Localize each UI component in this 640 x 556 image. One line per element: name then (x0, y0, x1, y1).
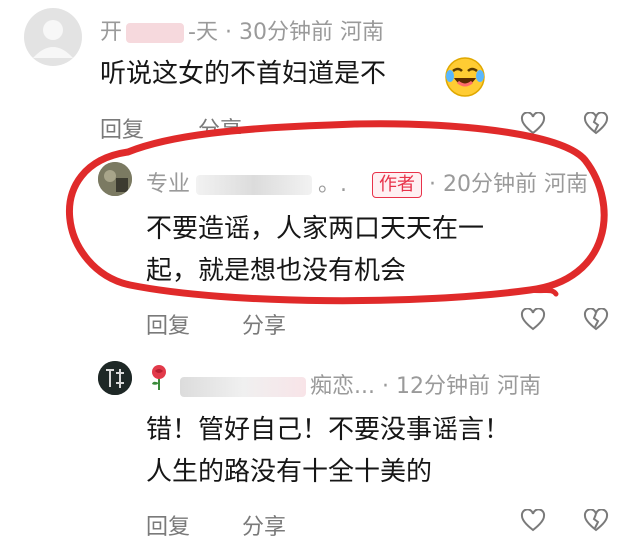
like-heart-icon[interactable] (520, 111, 546, 136)
user-avatar[interactable] (98, 361, 132, 395)
comment-1: 开 -天 · 30分钟前 河南 听说这女的不首妇道是不 回复 分享 (0, 0, 640, 150)
dislike-broken-heart-icon[interactable] (583, 508, 609, 533)
username-tail: -天 (188, 20, 218, 45)
dislike-broken-heart-icon[interactable] (583, 111, 609, 136)
comment-meta: 痴恋... · 12分钟前 河南 (180, 368, 541, 400)
laughing-crying-emoji-icon (444, 56, 486, 98)
comment-text: 听说这女的不首妇道是不 (100, 59, 387, 89)
username[interactable]: 专业 (146, 172, 190, 197)
timestamp: 30分钟前 (238, 20, 333, 45)
comment-text: 不要造谣，人家两口天天在一 起，就是想也没有机会 (146, 214, 485, 286)
comment-meta: 专业。. 作者 · 20分钟前 河南 (146, 172, 589, 198)
share-button[interactable]: 分享 (242, 509, 286, 541)
redacted-username-blur (126, 23, 185, 43)
timestamp: 20分钟前 (443, 172, 537, 197)
comment-2-author-reply: 专业。. 作者 · 20分钟前 河南 不要造谣，人家两口天天在一 起，就是想也没… (0, 150, 640, 345)
author-badge: 作者 (372, 172, 423, 198)
rose-emoji-icon (146, 363, 172, 391)
reply-button[interactable]: 回复 (100, 112, 144, 144)
user-avatar[interactable] (98, 162, 132, 196)
like-heart-icon[interactable] (520, 307, 546, 332)
dislike-broken-heart-icon[interactable] (583, 307, 609, 332)
location: 河南 (496, 374, 541, 399)
comment-3: 痴恋... · 12分钟前 河南 错！管好自己！不要没事谣言！ 人生的路没有十全… (0, 345, 640, 556)
location: 河南 (339, 20, 384, 45)
timestamp: 12分钟前 (395, 374, 490, 399)
reply-button[interactable]: 回复 (146, 509, 190, 541)
username[interactable]: 开 (100, 20, 122, 45)
like-heart-icon[interactable] (520, 508, 546, 533)
redacted-username-blur (196, 175, 313, 195)
comment-meta: 开 -天 · 30分钟前 河南 (100, 20, 384, 45)
share-button[interactable]: 分享 (242, 308, 286, 340)
share-button[interactable]: 分享 (198, 112, 242, 134)
default-avatar[interactable] (24, 8, 82, 66)
reply-button[interactable]: 回复 (146, 308, 190, 340)
redacted-username-blur (180, 377, 306, 397)
username-tail: 。. (318, 172, 348, 197)
comment-text: 错！管好自己！不要没事谣言！ 人生的路没有十全十美的 (146, 415, 511, 487)
username-tail[interactable]: 痴恋... (310, 374, 375, 399)
location: 河南 (544, 172, 589, 197)
